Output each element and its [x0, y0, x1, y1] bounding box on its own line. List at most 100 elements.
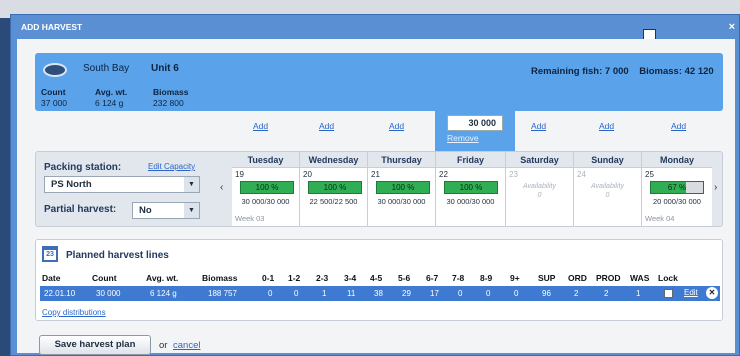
remaining-summary: Remaining fish: 7 000 Biomass: 42 120 [531, 66, 714, 77]
column-header: 8-9 [480, 273, 493, 283]
partial-harvest-label: Partial harvest: [44, 204, 117, 215]
cell-prod: 2 [604, 289, 609, 298]
day-number: 20 [303, 170, 312, 179]
capacity-text: 30 000/30 000 [446, 197, 495, 206]
day-sunday[interactable]: Sunday 24 Availability 0 [574, 152, 642, 226]
day-number: 25 [645, 170, 654, 179]
cell-bin: 17 [430, 289, 439, 298]
day-saturday[interactable]: Saturday 23 Availability 0 [506, 152, 574, 226]
column-header: 4-5 [370, 273, 383, 283]
save-harvest-plan-button[interactable]: Save harvest plan [39, 335, 151, 355]
packing-station-value: PS North [51, 179, 92, 190]
column-header: Avg. wt. [146, 273, 179, 283]
column-header: 1-2 [288, 273, 301, 283]
add-link-monday[interactable]: Add [671, 121, 686, 131]
week-label: Week 04 [645, 214, 675, 223]
calendar-icon: 23 [42, 246, 58, 262]
cell-count: 30 000 [96, 289, 121, 298]
or-text: or [159, 340, 168, 351]
add-link-saturday[interactable]: Add [531, 121, 546, 131]
cell-avg-wt: 6 124 g [150, 289, 177, 298]
cell-sup: 96 [542, 289, 551, 298]
cell-date: 22.01.10 [44, 289, 76, 298]
add-link-wednesday[interactable]: Add [319, 121, 334, 131]
cell-bin: 0 [486, 289, 491, 298]
capacity-text: 30 000/30 000 [241, 197, 290, 206]
dialog-title: ADD HARVEST [21, 22, 83, 32]
site-name: South Bay [83, 63, 130, 74]
packing-station-panel: Packing station: Edit Capacity PS North … [35, 151, 723, 227]
availability-text: Availability 0 [506, 182, 573, 200]
unit-summary-panel: South Bay Unit 6 Remaining fish: 7 000 B… [35, 53, 723, 111]
stat-label: Count [41, 87, 66, 97]
stat-label: Biomass [153, 87, 189, 97]
capacity-bar: 100 % [308, 181, 362, 194]
day-thursday[interactable]: Thursday 21 100 % 30 000/30 000 [368, 152, 436, 226]
stat-avg-wt: Avg. wt. 6 124 g [95, 87, 127, 109]
column-header: 3-4 [344, 273, 357, 283]
cell-ord: 2 [574, 289, 579, 298]
capacity-bar: 100 % [444, 181, 498, 194]
add-link-thursday[interactable]: Add [389, 121, 404, 131]
chevron-right-icon[interactable]: › [714, 182, 717, 193]
cell-bin: 0 [458, 289, 463, 298]
dialog-body: South Bay Unit 6 Remaining fish: 7 000 B… [17, 39, 735, 355]
stat-value: 232 800 [153, 98, 184, 108]
partial-harvest-select[interactable]: No ▼ [132, 202, 200, 219]
day-name: Saturday [506, 152, 573, 168]
chevron-down-icon: ▼ [184, 177, 199, 192]
dialog-titlebar: ADD HARVEST × [11, 15, 739, 42]
add-link-tuesday[interactable]: Add [253, 121, 268, 131]
add-link-sunday[interactable]: Add [599, 121, 614, 131]
column-header: 9+ [510, 273, 520, 283]
close-icon[interactable]: × [729, 15, 735, 39]
day-friday[interactable]: Friday 22 100 % 30 000/30 000 [436, 152, 506, 226]
remove-link[interactable]: Remove [447, 133, 479, 143]
day-number: 24 [577, 170, 586, 179]
column-header: ORD [568, 273, 587, 283]
cell-bin: 0 [514, 289, 519, 298]
chevron-down-icon: ▼ [184, 203, 199, 218]
chevron-left-icon[interactable]: ‹ [220, 182, 223, 193]
column-header: WAS [630, 273, 650, 283]
column-header: 0-1 [262, 273, 275, 283]
edit-capacity-link[interactable]: Edit Capacity [148, 162, 195, 171]
partial-harvest-value: No [139, 205, 152, 216]
day-tuesday[interactable]: Tuesday 19 100 % 30 000/30 000 Week 03 [232, 152, 300, 226]
friday-quantity-input[interactable]: 30 000 [447, 115, 503, 131]
column-header: Count [92, 273, 117, 283]
delete-row-icon[interactable]: ✕ [706, 287, 718, 299]
stat-label: Avg. wt. [95, 87, 128, 97]
column-header: 2-3 [316, 273, 329, 283]
edit-row-link[interactable]: Edit [684, 288, 698, 297]
day-number: 19 [235, 170, 244, 179]
day-number: 21 [371, 170, 380, 179]
day-name: Tuesday [232, 152, 299, 168]
capacity-bar: 100 % [240, 181, 294, 194]
packing-station-select[interactable]: PS North ▼ [44, 176, 200, 193]
cell-bin: 0 [268, 289, 273, 298]
capacity-bar: 100 % [376, 181, 430, 194]
copy-distributions-link[interactable]: Copy distributions [42, 308, 106, 317]
cell-was: 1 [636, 289, 641, 298]
planned-harvest-title: Planned harvest lines [66, 250, 169, 261]
stat-biomass: Biomass 232 800 [153, 87, 188, 109]
cell-bin: 1 [322, 289, 327, 298]
day-name: Friday [436, 152, 505, 168]
availability-value: 0 [605, 192, 610, 199]
day-number: 23 [509, 170, 518, 179]
cancel-link[interactable]: cancel [173, 340, 200, 351]
capacity-text: 22 500/22 500 [309, 197, 358, 206]
day-name: Thursday [368, 152, 435, 168]
cell-bin: 11 [347, 289, 356, 298]
unit-name: Unit 6 [151, 63, 179, 74]
day-name: Wednesday [300, 152, 367, 168]
capacity-bar: 67 % [650, 181, 704, 194]
add-harvest-dialog: ADD HARVEST × South Bay Unit 6 Remaining… [10, 14, 740, 356]
stat-value: 6 124 g [95, 98, 124, 108]
day-name: Sunday [574, 152, 641, 168]
column-header: Date [42, 273, 61, 283]
day-wednesday[interactable]: Wednesday 20 100 % 22 500/22 500 [300, 152, 368, 226]
lock-checkbox[interactable] [664, 289, 673, 298]
day-monday[interactable]: Monday 25 67 % 20 000/30 000 Week 04 [642, 152, 712, 226]
